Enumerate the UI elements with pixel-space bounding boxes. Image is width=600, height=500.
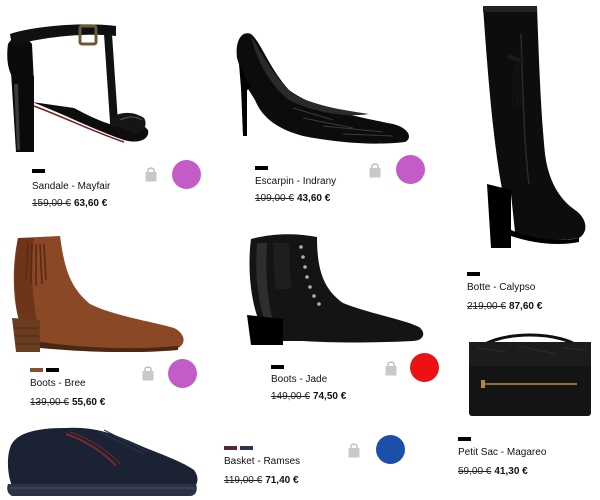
add-to-bag-button-indrany[interactable] <box>369 163 381 178</box>
color-swatch[interactable] <box>46 368 59 372</box>
price-block-calypso: 219,00 €87,60 € <box>467 301 542 312</box>
add-to-bag-button-bree[interactable] <box>142 366 154 381</box>
old-price: 219,00 € <box>467 301 506 312</box>
color-swatches-mayfair <box>32 169 45 173</box>
color-swatches-bree <box>30 368 59 372</box>
product-name-mayfair[interactable]: Sandale - Mayfair <box>32 181 110 192</box>
sale-price: 63,60 € <box>73 198 108 209</box>
price-block-mayfair: 159,00 €63,60 € <box>32 198 107 209</box>
price-block-jade: 149,00 €74,50 € <box>271 391 346 402</box>
color-swatches-calypso <box>467 272 480 276</box>
product-name-bree[interactable]: Boots - Bree <box>30 378 86 389</box>
product-name-ramses[interactable]: Basket - Ramses <box>224 456 300 467</box>
color-dot-jade[interactable] <box>410 353 439 382</box>
color-swatch[interactable] <box>255 166 268 170</box>
shopping-bag-icon <box>369 163 381 178</box>
color-swatch[interactable] <box>224 446 237 450</box>
old-price: 149,00 € <box>271 391 310 402</box>
add-to-bag-button-mayfair[interactable] <box>145 167 157 182</box>
add-to-bag-button-jade[interactable] <box>385 361 397 376</box>
old-price: 159,00 € <box>32 198 71 209</box>
product-image-calypso[interactable] <box>475 4 590 248</box>
product-image-bree[interactable] <box>4 234 186 352</box>
color-swatch[interactable] <box>32 169 45 173</box>
product-card-calypso: Botte - Calypso 219,00 €87,60 € <box>455 0 600 320</box>
shopping-bag-icon <box>142 366 154 381</box>
product-name-calypso[interactable]: Botte - Calypso <box>467 282 535 293</box>
color-swatches-indrany <box>255 166 268 170</box>
shopping-bag-icon <box>385 361 397 376</box>
old-price: 119,00 € <box>224 475 263 486</box>
product-name-indrany[interactable]: Escarpin - Indrany <box>255 176 336 187</box>
old-price: 139,00 € <box>30 397 69 408</box>
product-name-magareo[interactable]: Petit Sac - Magareo <box>458 447 546 458</box>
sale-price: 55,60 € <box>71 397 106 408</box>
product-image-ramses[interactable] <box>4 420 200 498</box>
price-block-indrany: 109,00 €43,60 € <box>255 193 330 204</box>
product-name-jade[interactable]: Boots - Jade <box>271 374 327 385</box>
product-image-jade[interactable] <box>243 229 425 345</box>
sale-price: 74,50 € <box>312 391 347 402</box>
color-dot-indrany[interactable] <box>396 155 425 184</box>
add-to-bag-button-ramses[interactable] <box>348 443 360 458</box>
sale-price: 87,60 € <box>508 301 543 312</box>
color-swatch[interactable] <box>240 446 253 450</box>
color-swatch[interactable] <box>467 272 480 276</box>
product-card-jade: Boots - Jade 149,00 €74,50 € <box>225 225 445 415</box>
shopping-bag-icon <box>348 443 360 458</box>
sale-price: 71,40 € <box>265 475 299 486</box>
sale-price: 41,30 € <box>494 466 528 477</box>
price-block-bree: 139,00 €55,60 € <box>30 397 105 408</box>
shopping-bag-icon <box>145 167 157 182</box>
product-card-ramses: Basket - Ramses 119,00 €71,40 € <box>0 420 420 500</box>
color-dot-mayfair[interactable] <box>172 160 201 189</box>
color-dot-bree[interactable] <box>168 359 197 388</box>
color-dot-ramses[interactable] <box>376 435 405 464</box>
product-image-indrany[interactable] <box>233 28 413 146</box>
color-swatch[interactable] <box>271 365 284 369</box>
product-card-bree: Boots - Bree 139,00 €55,60 € <box>0 230 210 420</box>
price-block-magareo: 59,00 €41,30 € <box>458 466 528 477</box>
color-swatch[interactable] <box>458 437 471 441</box>
color-swatches-magareo <box>458 437 471 441</box>
product-card-mayfair: Sandale - Mayfair 159,00 €63,60 € <box>0 0 210 215</box>
product-image-mayfair[interactable] <box>4 4 150 152</box>
color-swatches-ramses <box>224 446 253 450</box>
price-block-ramses: 119,00 €71,40 € <box>224 475 299 486</box>
product-card-indrany: Escarpin - Indrany 109,00 €43,60 € <box>225 0 445 215</box>
product-card-magareo: Petit Sac - Magareo 59,00 €41,30 € <box>445 320 600 500</box>
old-price: 59,00 € <box>458 466 492 477</box>
color-swatch[interactable] <box>30 368 43 372</box>
color-swatches-jade <box>271 365 284 369</box>
sale-price: 43,60 € <box>296 193 331 204</box>
product-image-magareo[interactable] <box>467 328 593 418</box>
old-price: 109,00 € <box>255 193 294 204</box>
